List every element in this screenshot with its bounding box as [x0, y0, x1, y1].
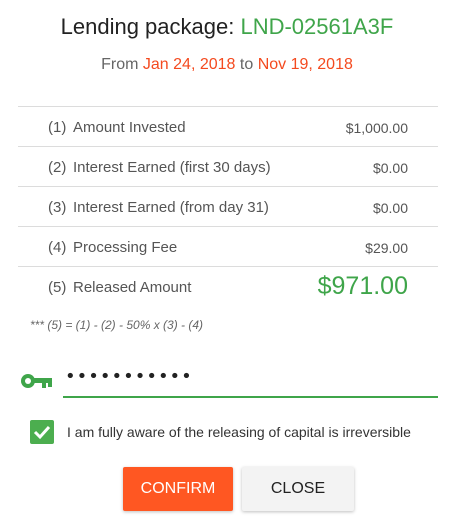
- dialog-title: Lending package: LND-02561A3F: [0, 14, 454, 40]
- row-value: $0.00: [372, 160, 408, 176]
- confirm-button[interactable]: CONFIRM: [123, 467, 233, 511]
- to-label: to: [239, 56, 254, 73]
- row-label: Released Amount: [73, 279, 192, 296]
- row-number: (3): [48, 199, 67, 216]
- row-label: Processing Fee: [73, 239, 178, 256]
- release-dialog: Lending package: LND-02561A3F From Jan 2…: [0, 0, 454, 526]
- row-value: $1,000.00: [345, 120, 408, 136]
- title-prefix: Lending package:: [60, 14, 235, 39]
- key-icon: [20, 372, 54, 390]
- summary-table: (1) Amount Invested $1,000.00 (2) Intere…: [18, 106, 438, 306]
- row-label: Amount Invested: [73, 119, 186, 136]
- acknowledgement-row: I am fully aware of the releasing of cap…: [30, 420, 450, 446]
- summary-row-processing-fee: (4) Processing Fee $29.00: [18, 226, 438, 266]
- package-code: LND-02561A3F: [240, 14, 394, 39]
- formula-note: *** (5) = (1) - (2) - 50% x (3) - (4): [30, 318, 204, 332]
- summary-row-amount-invested: (1) Amount Invested $1,000.00: [18, 106, 438, 146]
- row-number: (4): [48, 239, 67, 256]
- row-value: $0.00: [372, 200, 408, 216]
- password-field[interactable]: [63, 362, 438, 398]
- summary-row-interest-from-31: (3) Interest Earned (from day 31) $0.00: [18, 186, 438, 226]
- date-range: From Jan 24, 2018 to Nov 19, 2018: [0, 56, 454, 74]
- summary-row-released-amount: (5) Released Amount $971.00: [18, 266, 438, 306]
- checkmark-icon: [33, 425, 51, 440]
- summary-row-interest-first-30: (2) Interest Earned (first 30 days) $0.0…: [18, 146, 438, 186]
- row-number: (1): [48, 119, 67, 136]
- row-value: $29.00: [365, 240, 408, 256]
- row-number: (5): [48, 279, 67, 296]
- row-label: Interest Earned (first 30 days): [73, 159, 271, 176]
- to-date: Nov 19, 2018: [257, 56, 353, 73]
- row-label: Interest Earned (from day 31): [73, 199, 269, 216]
- from-label: From: [101, 56, 139, 73]
- from-date: Jan 24, 2018: [142, 56, 236, 73]
- row-number: (2): [48, 159, 67, 176]
- close-button[interactable]: CLOSE: [242, 467, 354, 511]
- acknowledge-checkbox[interactable]: [30, 420, 54, 444]
- released-amount-value: $971.00: [317, 272, 408, 300]
- password-row: [18, 362, 438, 398]
- acknowledge-label: I am fully aware of the releasing of cap…: [67, 424, 411, 440]
- password-input[interactable]: [65, 366, 365, 387]
